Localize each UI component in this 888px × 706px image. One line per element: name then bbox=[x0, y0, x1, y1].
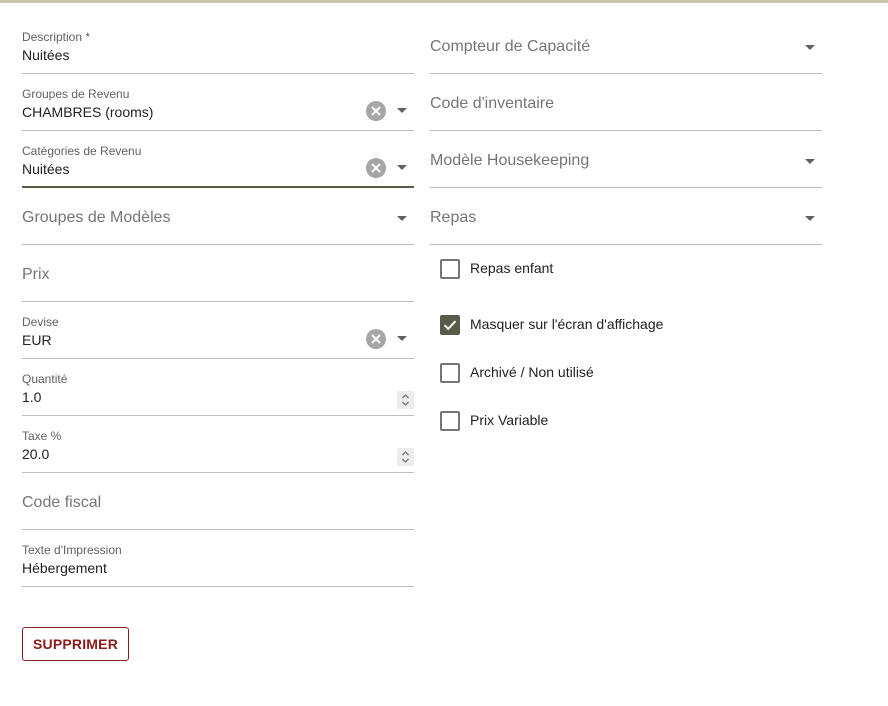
hide-on-display-label: Masquer sur l'écran d'affichage bbox=[470, 316, 664, 332]
chevron-down-icon[interactable] bbox=[805, 45, 815, 50]
fiscal-code-field[interactable]: Code fiscal bbox=[22, 474, 414, 530]
meals-select[interactable]: Repas bbox=[430, 189, 822, 245]
print-text-value[interactable]: Hébergement bbox=[22, 560, 107, 576]
description-label: Description * bbox=[22, 30, 91, 44]
delete-button[interactable]: SUPPRIMER bbox=[22, 627, 129, 661]
right-form-column: Compteur de Capacité Code d'inventaire M… bbox=[430, 18, 822, 431]
tax-field[interactable]: Taxe % 20.0 bbox=[22, 417, 414, 473]
revenue-groups-select[interactable]: Groupes de Revenu CHAMBRES (rooms) bbox=[22, 75, 414, 131]
hide-on-display-checkbox-row[interactable]: Masquer sur l'écran d'affichage bbox=[440, 315, 822, 335]
variable-price-checkbox-row[interactable]: Prix Variable bbox=[440, 411, 822, 431]
description-value[interactable]: Nuitées bbox=[22, 47, 69, 63]
checkmark-icon bbox=[443, 320, 457, 331]
print-text-label: Texte d'Impression bbox=[22, 543, 122, 557]
revenue-categories-select[interactable]: Catégories de Revenu Nuitées bbox=[22, 132, 414, 188]
capacity-counter-placeholder: Compteur de Capacité bbox=[430, 38, 591, 55]
chevron-down-icon[interactable] bbox=[397, 336, 407, 341]
inventory-code-placeholder: Code d'inventaire bbox=[430, 95, 555, 112]
archived-checkbox[interactable] bbox=[440, 363, 460, 383]
meals-placeholder: Repas bbox=[430, 209, 477, 226]
hide-on-display-checkbox[interactable] bbox=[440, 315, 460, 335]
quantity-stepper[interactable] bbox=[397, 391, 414, 409]
price-field[interactable]: Prix bbox=[22, 246, 414, 302]
quantity-field[interactable]: Quantité 1.0 bbox=[22, 360, 414, 416]
left-form-column: Description * Nuitées Groupes de Revenu … bbox=[22, 18, 414, 588]
currency-value[interactable]: EUR bbox=[22, 332, 52, 348]
chevron-down-icon[interactable] bbox=[805, 159, 815, 164]
model-groups-select[interactable]: Groupes de Modèles bbox=[22, 189, 414, 245]
variable-price-checkbox[interactable] bbox=[440, 411, 460, 431]
child-meal-checkbox-row[interactable]: Repas enfant bbox=[440, 259, 822, 279]
revenue-categories-label: Catégories de Revenu bbox=[22, 144, 142, 158]
tax-stepper[interactable] bbox=[397, 448, 414, 466]
clear-icon[interactable] bbox=[366, 101, 386, 121]
chevron-down-icon[interactable] bbox=[805, 216, 815, 221]
price-placeholder: Prix bbox=[22, 266, 50, 283]
top-accent-strip bbox=[0, 0, 888, 3]
housekeeping-model-select[interactable]: Modèle Housekeeping bbox=[430, 132, 822, 188]
child-meal-checkbox[interactable] bbox=[440, 259, 460, 279]
housekeeping-model-placeholder: Modèle Housekeeping bbox=[430, 152, 590, 169]
revenue-groups-label: Groupes de Revenu bbox=[22, 87, 130, 101]
archived-checkbox-row[interactable]: Archivé / Non utilisé bbox=[440, 363, 822, 383]
quantity-label: Quantité bbox=[22, 372, 68, 386]
fiscal-code-placeholder: Code fiscal bbox=[22, 494, 102, 511]
tax-value[interactable]: 20.0 bbox=[22, 446, 49, 462]
print-text-field[interactable]: Texte d'Impression Hébergement bbox=[22, 531, 414, 587]
quantity-value[interactable]: 1.0 bbox=[22, 389, 41, 405]
clear-icon[interactable] bbox=[366, 158, 386, 178]
chevron-down-icon[interactable] bbox=[397, 165, 407, 170]
child-meal-label: Repas enfant bbox=[470, 260, 554, 276]
clear-icon[interactable] bbox=[366, 329, 386, 349]
inventory-code-field[interactable]: Code d'inventaire bbox=[430, 75, 822, 131]
archived-label: Archivé / Non utilisé bbox=[470, 364, 594, 380]
currency-select[interactable]: Devise EUR bbox=[22, 303, 414, 359]
variable-price-label: Prix Variable bbox=[470, 412, 549, 428]
model-groups-placeholder: Groupes de Modèles bbox=[22, 209, 171, 226]
revenue-categories-value[interactable]: Nuitées bbox=[22, 161, 69, 177]
chevron-down-icon[interactable] bbox=[397, 108, 407, 113]
revenue-groups-value[interactable]: CHAMBRES (rooms) bbox=[22, 104, 153, 120]
description-field[interactable]: Description * Nuitées bbox=[22, 18, 414, 74]
currency-label: Devise bbox=[22, 315, 59, 329]
chevron-down-icon[interactable] bbox=[397, 216, 407, 221]
tax-label: Taxe % bbox=[22, 429, 62, 443]
capacity-counter-select[interactable]: Compteur de Capacité bbox=[430, 18, 822, 74]
